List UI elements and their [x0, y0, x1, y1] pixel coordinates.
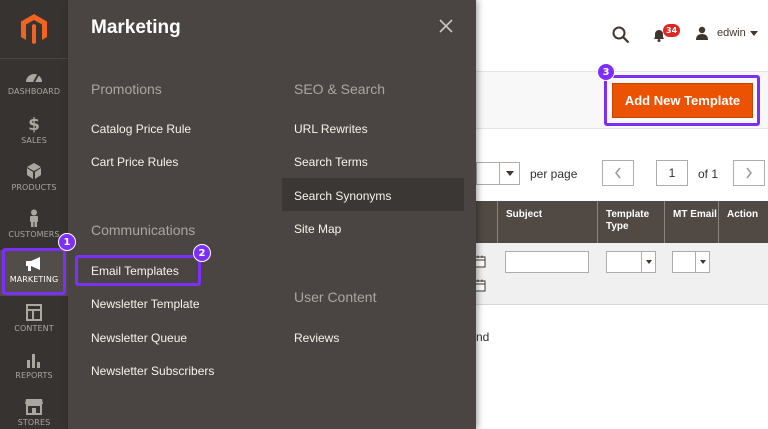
close-icon[interactable]	[438, 18, 454, 34]
column-header-subject[interactable]: Subject	[497, 201, 597, 243]
section-title-user-content: User Content	[294, 289, 377, 305]
sidebar-item-stores[interactable]: STORES	[0, 392, 68, 429]
magento-logo-icon	[21, 14, 47, 44]
page-count-label: of 1	[698, 167, 719, 181]
menu-link-cart-price-rules[interactable]: Cart Price Rules	[91, 155, 178, 169]
menu-link-search-synonyms[interactable]: Search Synonyms	[294, 189, 391, 203]
per-page-select[interactable]	[476, 162, 520, 185]
sidebar-item-label: REPORTS	[15, 371, 53, 380]
menu-link-search-terms[interactable]: Search Terms	[294, 155, 368, 169]
column-header-template-type[interactable]: Template Type	[597, 201, 664, 243]
chevron-right-icon	[746, 167, 752, 179]
flyout-title: Marketing	[91, 17, 181, 38]
sidebar-item-label: STORES	[17, 418, 51, 427]
sidebar-item-label: DASHBOARD	[7, 87, 61, 96]
magento-logo[interactable]	[0, 0, 68, 58]
search-icon[interactable]	[612, 26, 630, 44]
no-records-message: nd	[476, 330, 490, 344]
current-page-input[interactable]	[656, 160, 688, 186]
svg-text:$: $	[28, 115, 40, 133]
account-username[interactable]: edwin	[717, 27, 746, 39]
sidebar-item-content[interactable]: CONTENT	[0, 298, 68, 344]
sidebar-item-marketing[interactable]: MARKETING	[0, 250, 68, 296]
dollar-icon: $	[28, 115, 40, 133]
megaphone-icon	[26, 257, 40, 271]
next-page-button[interactable]	[733, 160, 765, 186]
layout-icon	[26, 304, 42, 321]
sidebar-item-label: PRODUCTS	[11, 183, 57, 192]
chevron-down-icon	[499, 163, 519, 184]
admin-sidebar: DASHBOARD $ SALES PRODUCTS CUSTOMERS MAR…	[0, 0, 68, 429]
add-new-template-button[interactable]: Add New Template	[612, 83, 753, 118]
chevron-down-icon	[641, 252, 655, 272]
sidebar-item-products[interactable]: PRODUCTS	[0, 156, 68, 202]
sidebar-divider	[0, 58, 68, 59]
chevron-down-icon[interactable]	[750, 31, 758, 36]
previous-page-button[interactable]	[602, 160, 634, 186]
cube-icon	[27, 163, 41, 179]
callout-number-1: 1	[58, 233, 76, 251]
sidebar-item-label: SALES	[21, 136, 47, 145]
user-icon[interactable]	[695, 26, 709, 40]
menu-link-url-rewrites[interactable]: URL Rewrites	[294, 122, 368, 136]
chevron-down-icon	[695, 252, 709, 272]
section-title-communications: Communications	[91, 222, 196, 238]
bar-chart-icon	[27, 354, 40, 368]
subject-filter-input[interactable]	[505, 251, 589, 273]
menu-link-catalog-price-rule[interactable]: Catalog Price Rule	[91, 122, 191, 136]
sidebar-item-dashboard[interactable]: DASHBOARD	[0, 62, 68, 108]
person-icon	[30, 209, 38, 227]
sidebar-item-label: CONTENT	[14, 324, 54, 333]
sidebar-item-sales[interactable]: $ SALES	[0, 109, 68, 155]
menu-link-reviews[interactable]: Reviews	[294, 331, 339, 345]
notification-count-badge: 34	[663, 24, 681, 37]
mt-email-filter-select[interactable]	[672, 251, 710, 273]
column-header-mt-email[interactable]: MT Email	[664, 201, 718, 243]
menu-link-newsletter-template[interactable]: Newsletter Template	[91, 297, 200, 311]
dashboard-icon	[26, 74, 42, 83]
chevron-left-icon	[615, 167, 621, 179]
store-icon	[25, 399, 43, 415]
section-title-promotions: Promotions	[91, 81, 162, 97]
sidebar-item-label: CUSTOMERS	[8, 230, 60, 239]
callout-number-2: 2	[193, 244, 211, 262]
template-type-filter-select[interactable]	[606, 251, 656, 273]
menu-link-site-map[interactable]: Site Map	[294, 222, 341, 236]
per-page-label: per page	[530, 167, 578, 181]
sidebar-item-reports[interactable]: REPORTS	[0, 345, 68, 391]
menu-link-newsletter-queue[interactable]: Newsletter Queue	[91, 331, 187, 345]
menu-link-newsletter-subscribers[interactable]: Newsletter Subscribers	[91, 364, 214, 378]
section-title-seo-search: SEO & Search	[294, 81, 386, 97]
sidebar-item-label: MARKETING	[9, 275, 59, 284]
column-header-action: Action	[718, 201, 768, 243]
callout-number-3: 3	[597, 63, 615, 81]
menu-link-email-templates[interactable]: Email Templates	[91, 264, 179, 278]
